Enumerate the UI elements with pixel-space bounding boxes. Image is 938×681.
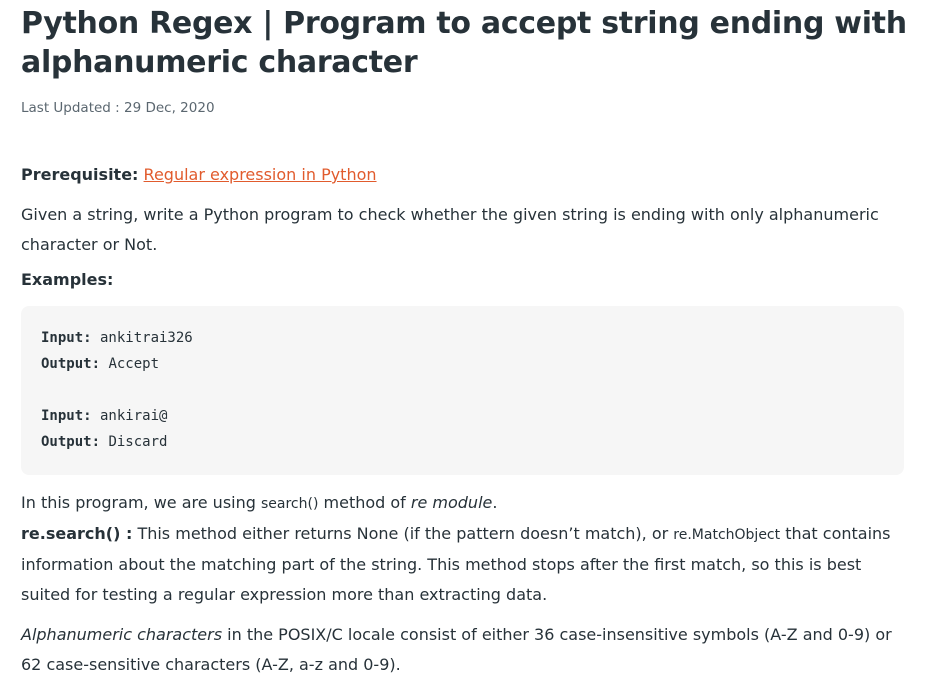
article: Python Regex | Program to accept string … (21, 0, 911, 680)
examples-code-block: Input: ankitrai326 Output: Accept Input:… (21, 306, 904, 475)
program-text: . (492, 493, 498, 512)
prerequisite-label: Prerequisite: (21, 165, 139, 184)
search-function-ref: search() (260, 496, 319, 512)
input-label: Input: (41, 330, 92, 346)
input-value: ankitrai326 (91, 330, 193, 346)
example-input-line: Input: ankirai@ (41, 403, 904, 429)
program-description: In this program, we are using search() m… (21, 488, 911, 519)
prerequisite-line: Prerequisite: Regular expression in Pyth… (21, 160, 911, 190)
examples-heading: Examples: (21, 270, 114, 289)
example-input-line: Input: ankitrai326 (41, 325, 904, 351)
page-title: Python Regex | Program to accept string … (21, 6, 907, 80)
output-value: Discard (100, 434, 168, 450)
input-label: Input: (41, 408, 92, 424)
match-object-ref: re.MatchObject (673, 527, 781, 543)
alphanumeric-description: Alphanumeric characters in the POSIX/C l… (21, 620, 911, 680)
re-search-text: This method either returns None (if the … (132, 524, 674, 543)
output-value: Accept (100, 356, 160, 372)
example-output-line: Output: Discard (41, 429, 904, 455)
re-module-ref: re module (410, 493, 493, 512)
prerequisite-link[interactable]: Regular expression in Python (144, 165, 377, 184)
last-updated: Last Updated : 29 Dec, 2020 (21, 100, 215, 116)
re-search-label: re.search() : (21, 524, 133, 543)
alphanumeric-term: Alphanumeric characters (21, 625, 223, 644)
intro-paragraph: Given a string, write a Python program t… (21, 205, 879, 254)
re-search-description: re.search() : This method either returns… (21, 519, 911, 610)
program-text: In this program, we are using (21, 493, 261, 512)
output-label: Output: (41, 434, 101, 450)
program-text: method of (318, 493, 411, 512)
input-value: ankirai@ (91, 408, 168, 424)
example-output-line: Output: Accept (41, 351, 904, 377)
output-label: Output: (41, 356, 101, 372)
